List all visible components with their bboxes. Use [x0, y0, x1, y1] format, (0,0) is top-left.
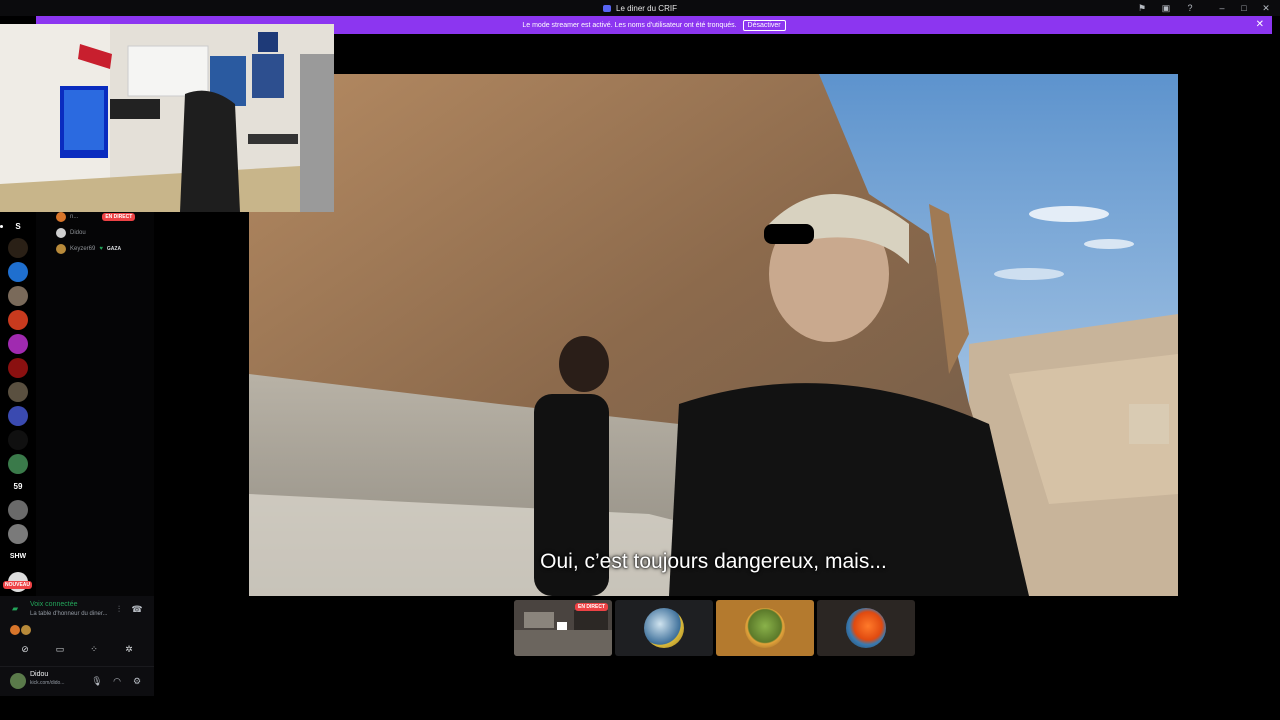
user-name[interactable]: Didou — [30, 671, 48, 678]
noise-suppression-icon[interactable]: ⫶ — [112, 603, 126, 615]
server-label-s[interactable]: S — [8, 216, 28, 236]
server-icon[interactable] — [8, 430, 28, 450]
member-tag: GAZA — [106, 246, 122, 252]
banner-close-icon[interactable]: ✕ — [1256, 19, 1264, 30]
voice-member[interactable]: Didou — [56, 228, 86, 238]
channel-list: n... EN DIRECT Didou Keyzer69 ♥ GAZA — [36, 212, 154, 596]
stream-subtitle: Oui, c’est toujours dangereux, mais... — [540, 550, 887, 573]
minimize-icon[interactable]: – — [1216, 2, 1228, 14]
server-label-59[interactable]: 59 — [8, 476, 28, 496]
server-icon[interactable] — [8, 358, 28, 378]
inbox-icon[interactable]: ▣ — [1160, 2, 1172, 14]
new-badge: NOUVEAU — [3, 581, 33, 589]
server-icon[interactable] — [8, 524, 28, 544]
participant-avatar — [745, 608, 785, 648]
server-rail: S 59 SHW NOUVEAU — [0, 212, 36, 600]
avatar — [56, 244, 66, 254]
headphones-icon[interactable]: ◠ — [110, 675, 124, 687]
webcam-frame — [0, 24, 334, 212]
signal-icon: ▰ — [12, 604, 19, 613]
voice-member[interactable]: Keyzer69 ♥ GAZA — [56, 244, 121, 254]
camera-off-icon[interactable]: ⊘ — [12, 642, 38, 656]
avatar — [10, 625, 20, 635]
stream-video[interactable] — [249, 74, 1178, 596]
settings-gear-icon[interactable]: ⚙ — [130, 675, 144, 687]
soundboard-icon[interactable]: ✲ — [116, 642, 142, 656]
heart-icon: ♥ — [99, 246, 103, 252]
server-icon[interactable] — [8, 454, 28, 474]
live-badge: EN DIRECT — [102, 213, 136, 221]
participant-avatar — [644, 608, 684, 648]
avatar — [21, 625, 31, 635]
server-icon[interactable] — [8, 334, 28, 354]
window-title: Le diner du CRIF — [603, 4, 677, 13]
disconnect-icon[interactable]: ☎ — [130, 603, 144, 615]
tile-live-badge: EN DIRECT — [575, 603, 608, 611]
participant-tile-2[interactable] — [615, 600, 713, 656]
server-icon[interactable] — [8, 406, 28, 426]
participant-tile-stream[interactable]: EN DIRECT — [514, 600, 612, 656]
unread-dot — [0, 225, 3, 228]
server-icon[interactable] — [8, 310, 28, 330]
user-bar: Didou kick.com/dido... 🎙 ◠ ⚙ — [0, 666, 154, 696]
server-icon[interactable] — [8, 382, 28, 402]
member-name: n... — [70, 214, 79, 220]
member-name: Didou — [70, 230, 86, 236]
activities-icon[interactable]: ⁘ — [81, 642, 107, 656]
microphone-icon[interactable]: 🎙 — [90, 675, 104, 687]
participant-tile-3[interactable] — [716, 600, 814, 656]
user-avatar[interactable] — [10, 673, 26, 689]
member-name: Keyzer69 — [70, 246, 96, 252]
close-icon[interactable]: ✕ — [1260, 2, 1272, 14]
voice-status[interactable]: Voix connectée — [30, 601, 77, 608]
participant-tile-4[interactable] — [817, 600, 915, 656]
voice-member[interactable]: n... EN DIRECT — [56, 212, 136, 222]
server-icon[interactable] — [8, 500, 28, 520]
participant-avatar — [846, 608, 886, 648]
avatar — [56, 228, 66, 238]
voice-channel-name[interactable]: La table d'honneur du diner... — [30, 611, 108, 617]
avatar — [56, 212, 66, 222]
server-icon[interactable] — [8, 286, 28, 306]
server-icon[interactable] — [8, 262, 28, 282]
user-status: kick.com/dido... — [30, 680, 65, 686]
server-icon[interactable] — [8, 238, 28, 258]
maximize-icon[interactable]: □ — [1238, 2, 1250, 14]
stream-frame — [249, 74, 1178, 596]
title-bar: Le diner du CRIF ⚑ ▣ ? – □ ✕ — [0, 0, 1280, 16]
disable-streamer-mode-button[interactable]: Désactiver — [742, 19, 786, 31]
banner-message: Le mode streamer est activé. Les noms d'… — [522, 21, 737, 29]
help-icon[interactable]: ? — [1184, 2, 1196, 14]
server-label-shw[interactable]: SHW — [8, 546, 28, 566]
voice-avatars — [10, 625, 31, 635]
webcam-overlay — [0, 24, 334, 212]
window-title-text: Le diner du CRIF — [616, 3, 677, 13]
pin-icon[interactable]: ⚑ — [1136, 2, 1148, 14]
screen-share-icon[interactable]: ▭ — [47, 642, 73, 656]
app-icon — [603, 4, 612, 12]
